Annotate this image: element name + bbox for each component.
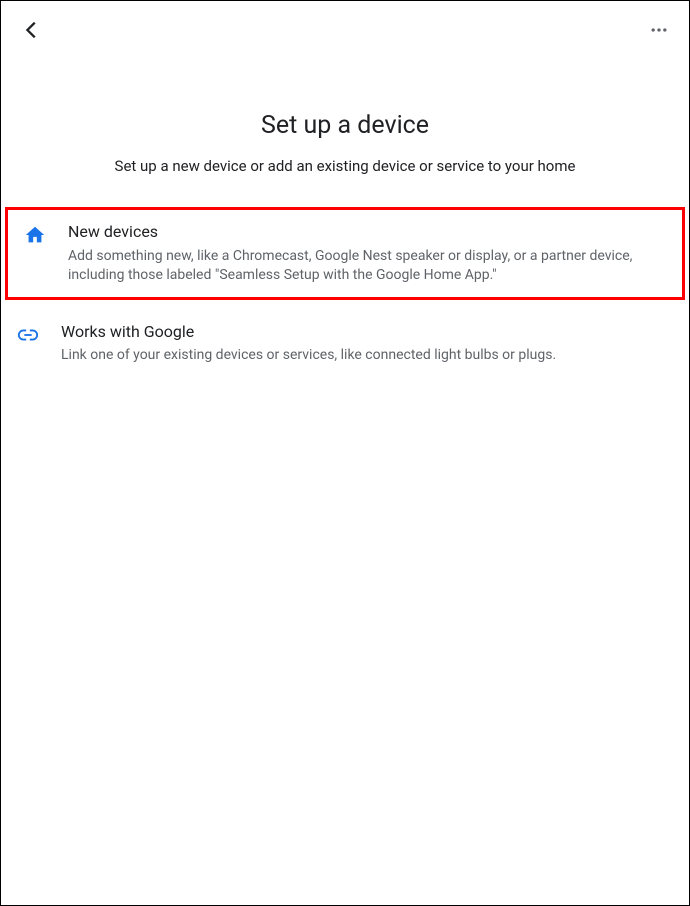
option-title: New devices [68, 222, 668, 243]
option-text: Works with Google Link one of your exist… [57, 322, 675, 366]
option-desc: Add something new, like a Chromecast, Go… [68, 247, 668, 285]
home-icon [24, 224, 46, 246]
options-list: New devices Add something new, like a Ch… [1, 207, 689, 377]
chevron-left-icon [21, 19, 43, 41]
option-new-devices[interactable]: New devices Add something new, like a Ch… [5, 207, 685, 300]
top-bar [1, 1, 689, 63]
option-title: Works with Google [61, 322, 675, 343]
option-desc: Link one of your existing devices or ser… [61, 346, 675, 365]
more-button[interactable] [645, 16, 673, 48]
option-works-with-google[interactable]: Works with Google Link one of your exist… [1, 310, 689, 378]
option-text: New devices Add something new, like a Ch… [64, 222, 668, 285]
icon-wrap [20, 222, 64, 246]
icon-wrap [13, 322, 57, 346]
more-horizontal-icon [649, 20, 669, 40]
page-subtitle: Set up a new device or add an existing d… [21, 156, 669, 177]
page-header: Set up a device Set up a new device or a… [1, 63, 689, 207]
link-icon [17, 324, 39, 346]
spacer [1, 300, 689, 310]
back-button[interactable] [17, 15, 47, 49]
page-title: Set up a device [21, 111, 669, 140]
